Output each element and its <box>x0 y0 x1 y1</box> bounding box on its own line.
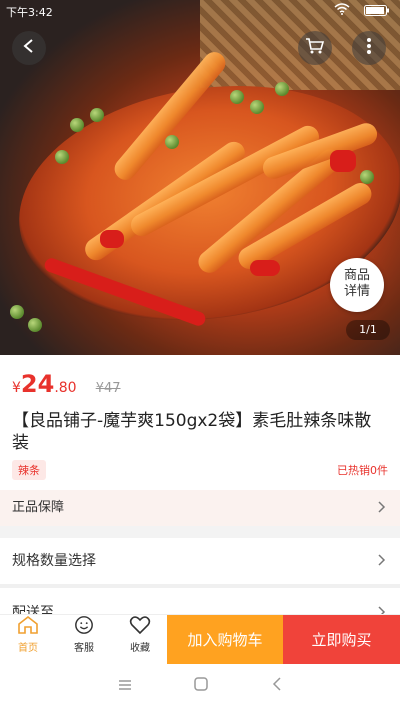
product-title: 【良品铺子-魔芋爽150gx2袋】素毛肚辣条味散装 <box>12 411 372 453</box>
home-icon <box>0 615 56 639</box>
guarantee-row[interactable]: 正品保障 <box>0 490 400 526</box>
original-price: ¥47 <box>95 381 121 396</box>
cart-button[interactable] <box>298 31 332 65</box>
smile-icon <box>56 615 112 639</box>
peppercorn <box>10 305 24 319</box>
chili-piece <box>250 260 280 276</box>
heart-icon <box>112 615 168 639</box>
price-integer: 24 <box>20 370 55 398</box>
buy-now-button[interactable]: 立即购买 <box>283 615 400 665</box>
cart-icon <box>305 37 325 60</box>
peppercorn <box>55 150 69 164</box>
guarantee-label: 正品保障 <box>12 500 65 515</box>
product-image[interactable]: 下午3:42 商品 详情 1/1 <box>0 0 400 355</box>
more-vertical-icon <box>366 37 372 60</box>
status-time: 下午3:42 <box>6 6 53 19</box>
peppercorn <box>70 118 84 132</box>
chili-piece <box>330 150 356 172</box>
peppercorn <box>165 135 179 149</box>
price-currency: ¥ <box>12 380 21 396</box>
peppercorn <box>90 108 104 122</box>
peppercorn <box>360 170 374 184</box>
tab-service-label: 客服 <box>74 643 94 654</box>
add-to-cart-button[interactable]: 加入购物车 <box>167 615 283 665</box>
price-decimal: .80 <box>54 380 77 396</box>
detail-label-1: 商品 <box>343 268 370 283</box>
spec-label: 规格数量选择 <box>12 553 96 569</box>
status-bar: 下午3:42 <box>0 0 400 22</box>
home-square-icon[interactable] <box>186 676 216 698</box>
peppercorn <box>250 100 264 114</box>
tab-home[interactable]: 首页 <box>0 615 56 665</box>
section-divider <box>0 584 400 588</box>
back-triangle-icon[interactable] <box>262 676 292 698</box>
peppercorn <box>275 82 289 96</box>
tab-service[interactable]: 客服 <box>56 615 112 665</box>
tab-favorite[interactable]: 收藏 <box>112 615 168 665</box>
wifi-icon <box>334 3 350 18</box>
bottom-action-bar: 首页 客服 收藏 加入购物车 立即购买 <box>0 614 400 665</box>
tab-home-label: 首页 <box>18 643 38 654</box>
system-nav-bar <box>0 664 400 711</box>
product-detail-button[interactable]: 商品 详情 <box>330 258 384 312</box>
chili-piece <box>100 230 124 248</box>
section-divider <box>0 526 400 538</box>
image-pager: 1/1 <box>346 320 390 340</box>
menu-icon[interactable] <box>110 676 140 698</box>
detail-label-2: 详情 <box>343 284 370 299</box>
tab-favorite-label: 收藏 <box>130 643 150 654</box>
sold-count: 已热销0件 <box>337 464 388 477</box>
chevron-right-icon <box>378 490 386 526</box>
product-tag: 辣条 <box>12 460 46 480</box>
back-button[interactable] <box>12 31 46 65</box>
spec-select-row[interactable]: 规格数量选择 <box>0 540 400 582</box>
more-button[interactable] <box>352 31 386 65</box>
peppercorn <box>28 318 42 332</box>
battery-icon <box>364 5 390 19</box>
chevron-left-icon <box>22 38 36 59</box>
peppercorn <box>230 90 244 104</box>
chevron-right-icon <box>378 540 386 582</box>
price-row: ¥24.80 ¥47 <box>12 370 121 398</box>
